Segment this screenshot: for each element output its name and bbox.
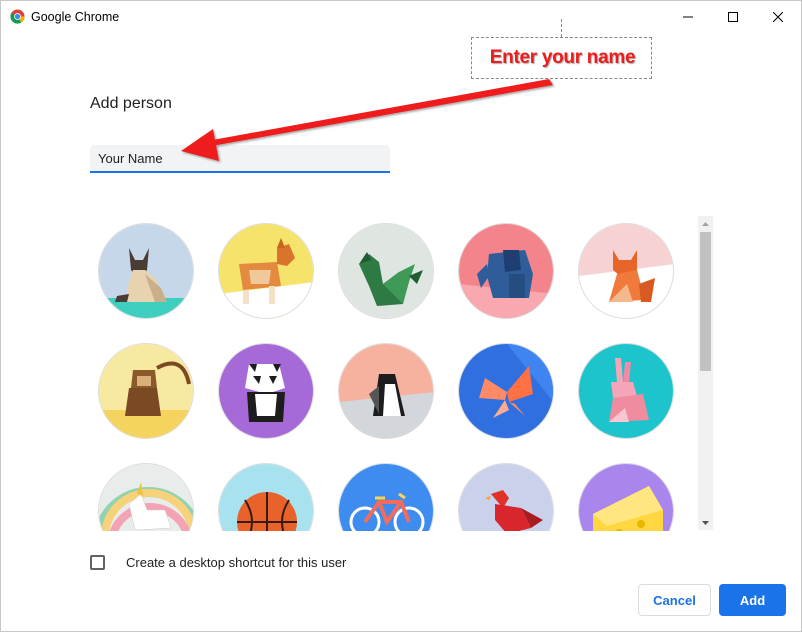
minimize-icon (683, 16, 693, 17)
avatar-panda[interactable] (218, 343, 314, 439)
desktop-shortcut-label: Create a desktop shortcut for this user (126, 555, 347, 570)
avatar-corgi[interactable] (218, 223, 314, 319)
maximize-button[interactable] (710, 1, 756, 32)
origami-corgi-icon (219, 224, 313, 318)
avatar-scrollbar[interactable] (698, 216, 713, 530)
close-button[interactable] (755, 1, 801, 32)
origami-penguin-icon (339, 344, 433, 438)
page-title: Add person (90, 95, 172, 112)
cancel-button[interactable]: Cancel (638, 584, 711, 616)
origami-unicorn-icon (99, 464, 193, 531)
avatar-cheese[interactable] (578, 463, 674, 531)
name-input[interactable] (90, 145, 390, 173)
avatar-bicycle[interactable] (338, 463, 434, 531)
avatar-butterfly[interactable] (458, 343, 554, 439)
desktop-shortcut-checkbox[interactable] (90, 555, 105, 570)
title-bar: Google Chrome (1, 1, 801, 32)
bird-icon (459, 464, 553, 531)
avatar-dragon[interactable] (338, 223, 434, 319)
add-button[interactable]: Add (719, 584, 786, 616)
maximize-icon (728, 11, 738, 22)
annotation-callout: Enter your name (471, 37, 652, 79)
scroll-up-arrow-icon (702, 221, 709, 226)
scroll-up-button[interactable] (698, 216, 713, 231)
minimize-button[interactable] (665, 1, 711, 32)
callout-leader-line (561, 19, 562, 37)
avatar-unicorn[interactable] (98, 463, 194, 531)
annotation-text: Enter your name (489, 47, 636, 68)
origami-cat-icon (99, 224, 193, 318)
scroll-down-arrow-icon (702, 520, 709, 525)
window-title: Google Chrome (31, 10, 120, 24)
cheese-icon (579, 464, 673, 531)
avatar-fox[interactable] (578, 223, 674, 319)
origami-elephant-icon (459, 224, 553, 318)
origami-rabbit-icon (579, 344, 673, 438)
scroll-down-button[interactable] (698, 515, 713, 530)
bicycle-icon (339, 464, 433, 531)
avatar-bird[interactable] (458, 463, 554, 531)
origami-panda-icon (219, 344, 313, 438)
chrome-add-person-window: Google Chrome Add person Your Name Creat… (0, 0, 802, 632)
avatar-cat[interactable] (98, 223, 194, 319)
avatar-monkey[interactable] (98, 343, 194, 439)
chrome-logo-icon (10, 9, 25, 24)
basketball-icon (219, 464, 313, 531)
origami-butterfly-icon (459, 344, 553, 438)
avatar-grid (90, 216, 714, 531)
avatar-penguin[interactable] (338, 343, 434, 439)
origami-monkey-icon (99, 344, 193, 438)
origami-dragon-icon (339, 224, 433, 318)
avatar-basketball[interactable] (218, 463, 314, 531)
avatar-rabbit[interactable] (578, 343, 674, 439)
origami-fox-icon (579, 224, 673, 318)
close-icon (773, 11, 783, 22)
scroll-thumb[interactable] (700, 232, 711, 371)
avatar-elephant[interactable] (458, 223, 554, 319)
